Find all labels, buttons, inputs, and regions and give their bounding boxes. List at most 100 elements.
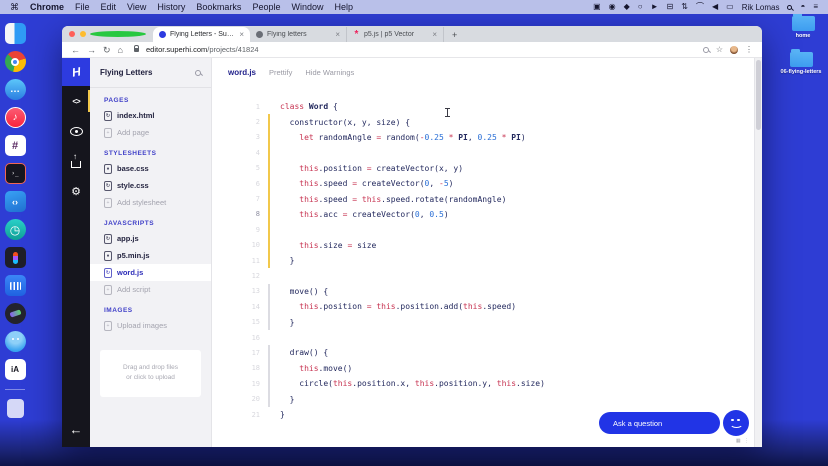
menu-window[interactable]: Window — [291, 2, 323, 12]
file-style-css[interactable]: ↻ style.css — [90, 177, 211, 194]
location-icon[interactable]: ► — [651, 0, 659, 14]
code-line[interactable]: 10 this.size = size — [212, 237, 752, 253]
upload-dropzone[interactable]: Drag and drop files or click to upload — [100, 350, 201, 397]
file-app-js[interactable]: ↻ app.js — [90, 230, 211, 247]
file-add-stylesheet[interactable]: + Add stylesheet — [90, 194, 211, 211]
browser-menu-icon[interactable]: ⋮ — [745, 42, 753, 58]
desktop-folder-home[interactable]: home — [778, 13, 828, 39]
dock-terminal-icon[interactable]: ›_ — [4, 163, 26, 184]
ask-a-question-button[interactable]: Ask a question — [599, 412, 720, 434]
dock-trash-icon[interactable] — [6, 399, 24, 418]
home-icon[interactable]: ⌂ — [118, 42, 123, 58]
code-line[interactable]: 20 } — [212, 391, 752, 407]
code-line[interactable]: 6 this.speed = createVector(0, -5) — [212, 175, 752, 192]
dock-ia-writer-icon[interactable]: iA — [4, 359, 26, 380]
menu-view[interactable]: View — [127, 2, 146, 12]
code-line[interactable]: 9 — [212, 222, 752, 238]
dock-intercom-icon[interactable] — [4, 275, 26, 296]
dock-slack-icon[interactable]: # — [4, 135, 26, 156]
dock-music-icon[interactable]: ♪ — [4, 107, 26, 128]
display-mirroring-icon[interactable]: ▣ — [593, 0, 601, 14]
code-line[interactable]: 11 } — [212, 252, 752, 269]
menu-file[interactable]: File — [75, 2, 90, 12]
back-arrow-button[interactable]: ← — [62, 422, 90, 437]
code-line[interactable]: 19 circle(this.position.x, this.position… — [212, 376, 752, 392]
battery-icon[interactable]: ▭ — [726, 0, 734, 14]
scrollbar-thumb[interactable] — [756, 60, 761, 130]
url-field[interactable]: editor.superhi.com/projects/41824 — [146, 45, 696, 54]
wifi-icon[interactable]: ⌒ — [696, 0, 704, 14]
code-line[interactable]: 2 constructor(x, y, size) { — [212, 114, 752, 130]
dock-twitterrific-icon[interactable] — [4, 331, 26, 352]
file-p5-min-js[interactable]: ● p5.min.js — [90, 247, 211, 264]
nav-settings-button[interactable]: ⚙ — [62, 176, 90, 206]
code-line[interactable]: 1 class Word { — [212, 99, 752, 114]
vpn-icon[interactable]: ◆ — [624, 0, 630, 14]
tab-close-icon[interactable]: × — [335, 30, 340, 39]
code-line[interactable]: 12 — [212, 268, 752, 283]
file-upload-images[interactable]: + Upload images — [90, 317, 211, 334]
code-line[interactable]: 8 this.acc = createVector(0, 0.5) — [212, 206, 752, 223]
updown-arrows-icon[interactable]: ⇅ — [681, 0, 688, 14]
file-word-js[interactable]: ↻ word.js — [90, 264, 211, 281]
code-area[interactable]: word.js Prettify Hide Warnings 1 class Wo… — [212, 58, 762, 447]
tab-close-icon[interactable]: × — [239, 30, 244, 39]
zoom-window-button[interactable] — [90, 31, 146, 37]
code-line[interactable]: 16 — [212, 330, 752, 345]
nav-preview-button[interactable] — [62, 116, 90, 146]
code-line[interactable]: 3 let randomAngle = random(-0.25 * PI, 0… — [212, 129, 752, 146]
superhi-logo[interactable]: H — [62, 58, 90, 86]
help-smiley-button[interactable] — [723, 410, 749, 436]
ssl-lock-icon[interactable] — [133, 44, 139, 52]
forward-icon[interactable]: → — [87, 42, 96, 58]
notification-center-icon[interactable]: ≡ — [813, 0, 818, 14]
file-add-script[interactable]: + Add script — [90, 281, 211, 298]
file-base-css[interactable]: ● base.css — [90, 160, 211, 177]
screen-record-icon[interactable]: ◉ — [609, 0, 616, 14]
hide-warnings-button[interactable]: Hide Warnings — [305, 68, 354, 77]
code-line[interactable]: 4 — [212, 145, 752, 161]
display-icon[interactable]: ⊟ — [667, 0, 674, 14]
nav-code-button[interactable]: <> — [62, 86, 90, 116]
code-line[interactable]: 5 this.position = createVector(x, y) — [212, 160, 752, 176]
code-line[interactable]: 7 this.speed = this.speed.rotate(randomA… — [212, 191, 752, 207]
menu-history[interactable]: History — [157, 2, 185, 12]
code-line[interactable]: 13 move() { — [212, 283, 752, 300]
back-icon[interactable]: ← — [71, 42, 80, 58]
tab-2[interactable]: Flying letters × — [250, 27, 347, 42]
menu-edit[interactable]: Edit — [101, 2, 117, 12]
timer-icon[interactable]: ○ — [638, 0, 643, 14]
tab-1[interactable]: Flying Letters - SuperHi × — [153, 27, 250, 42]
close-window-button[interactable] — [69, 31, 75, 37]
menu-help[interactable]: Help — [334, 2, 353, 12]
menu-bookmarks[interactable]: Bookmarks — [196, 2, 241, 12]
dock-vscode-icon[interactable]: ‹› — [4, 191, 26, 212]
apple-menu-icon[interactable]: ⌘ — [10, 2, 19, 13]
dock-clock-icon[interactable]: ◷ — [4, 219, 26, 240]
file-index-html[interactable]: ↻ index.html — [90, 107, 211, 124]
tab-3[interactable]: * p5.js | p5 Vector × — [347, 27, 444, 42]
code-line[interactable]: 17 draw() { — [212, 345, 752, 361]
bookmark-star-icon[interactable]: ☆ — [716, 42, 723, 58]
menubar-username[interactable]: Rik Lomas — [742, 3, 780, 12]
code-line[interactable]: 18 this.move() — [212, 360, 752, 377]
code-line[interactable]: 15 } — [212, 314, 752, 330]
menu-chrome[interactable]: Chrome — [30, 2, 64, 12]
volume-icon[interactable]: ◀ — [712, 0, 718, 14]
code-line[interactable]: 14 this.position = this.position.add(thi… — [212, 299, 752, 315]
desktop-folder-flying-letters[interactable]: 06-flying-letters — [776, 49, 826, 75]
dock-screenflow-icon[interactable] — [4, 303, 26, 324]
dock-messages-icon[interactable]: … — [4, 79, 26, 100]
browser-profile-avatar[interactable] — [730, 45, 738, 54]
prettify-button[interactable]: Prettify — [269, 68, 292, 77]
file-add-page[interactable]: + Add page — [90, 124, 211, 141]
menu-people[interactable]: People — [252, 2, 280, 12]
dock-chrome-icon[interactable] — [4, 51, 26, 72]
editor-scrollbar[interactable] — [754, 58, 762, 447]
zoom-page-icon[interactable] — [702, 46, 709, 53]
tab-close-icon[interactable]: × — [432, 30, 437, 39]
nav-share-button[interactable] — [62, 146, 90, 176]
new-tab-button[interactable]: + — [444, 27, 465, 42]
search-icon[interactable] — [195, 69, 201, 76]
minimize-window-button[interactable] — [79, 31, 86, 37]
